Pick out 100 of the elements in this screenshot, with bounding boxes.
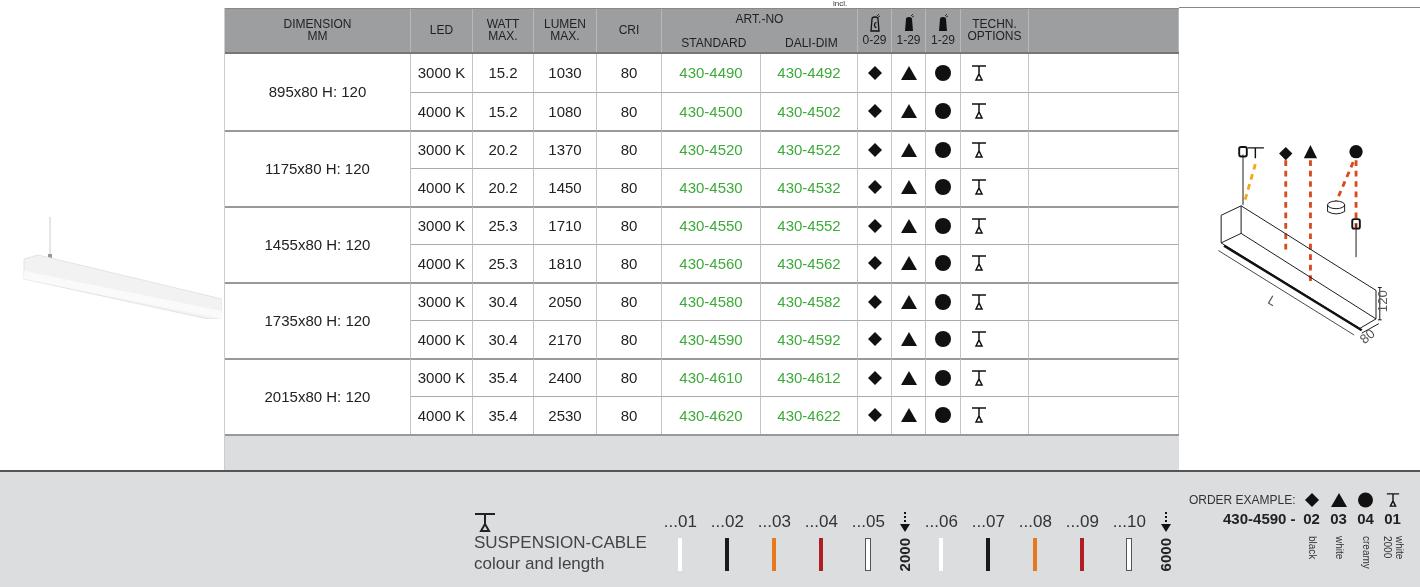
table-cell: 15.2 [473,53,534,92]
circle-icon [1358,492,1374,508]
table-cell: 35.4 [473,395,534,434]
triangle-icon [900,332,917,347]
article-number: 430-4612 [761,357,858,396]
table-cell: 1710 [534,205,597,244]
option-code: ...02 [710,512,744,532]
article-number: 430-4610 [662,357,761,396]
cable-swatch [1126,538,1133,571]
article-number: 430-4530 [662,167,761,206]
column-header: LUMEN MAX. [534,9,597,52]
column-header: DALI-DIM [785,36,838,49]
option-code: ...04 [804,512,838,532]
circle-icon [935,141,951,158]
ceiling-canopy-icon [902,14,915,33]
column-header: 1-29 [931,34,955,47]
diamond-icon [867,408,882,423]
table-cell: 30.4 [473,319,534,358]
table-cell: 80 [597,167,662,206]
article-number: 430-4502 [761,91,858,130]
order-note: black [1306,536,1317,560]
table-cell: 3000 K [411,357,473,396]
table-cell: 1370 [534,129,597,168]
table-cell: 895x80 H: 120 [225,53,411,130]
option-code: ...07 [971,512,1005,532]
order-code-part: 03 [1330,510,1347,528]
table-cell: 2400 [534,357,597,396]
circle-icon [935,407,951,424]
diamond-icon [1304,492,1319,508]
cable-length: 2000 [897,538,913,572]
option-code: ...08 [1018,512,1052,532]
article-number: 430-4492 [761,53,858,92]
cable-subtitle: colour and length [474,553,605,574]
table-cell: 4000 K [411,395,473,434]
circle-icon [935,217,951,234]
suspension-icon [971,141,987,158]
table-cell: 1175x80 H: 120 [225,129,411,206]
order-code-part: 02 [1303,510,1320,528]
cable-swatch [865,538,872,571]
table-cell: 30.4 [473,281,534,320]
table-cell: 4000 K [411,167,473,206]
triangle-icon [900,294,917,309]
column-header: TECHN. OPTIONS [961,9,1029,52]
circle-icon [935,64,951,81]
table-cell: 1030 [534,53,597,92]
triangle-icon [900,370,917,385]
column-header: STANDARD [681,36,747,49]
option-code: ...01 [663,512,697,532]
option-code: ...09 [1065,512,1099,532]
table-cell: 80 [597,53,662,92]
down-arrow-icon [1160,512,1171,532]
suspension-icon [971,293,987,310]
table-cell: 2050 [534,281,597,320]
table-cell: 4000 K [411,91,473,130]
cable-length: 6000 [1158,538,1174,572]
suspension-icon [971,255,987,272]
order-code-part: 04 [1357,510,1374,528]
suspension-icon [971,217,987,234]
order-example-code: 430-4590 - [1223,510,1296,528]
table-cell: 35.4 [473,357,534,396]
table-cell: 80 [597,395,662,434]
article-number: 430-4560 [662,243,761,282]
article-number: 430-4520 [662,129,761,168]
table-cell: 4000 K [411,319,473,358]
column-header: LED [411,9,473,52]
article-number: 430-4522 [761,129,858,168]
article-number: 430-4532 [761,167,858,206]
column-header: DIMENSION MM [225,9,411,52]
note-text: incl. [833,0,848,8]
table-cell: 3000 K [411,53,473,92]
column-header: 0-29 [862,34,887,47]
triangle-icon [900,180,917,195]
column-header: ART.-NO [735,13,784,25]
article-number: 430-4620 [662,395,761,434]
diamond-icon [867,218,882,233]
table-cell: 80 [597,281,662,320]
triangle-icon [900,408,917,423]
table-cell: 80 [597,357,662,396]
diamond-icon [867,370,882,385]
table-cell: 20.2 [473,129,534,168]
table-cell: 80 [597,205,662,244]
circle-icon [935,103,951,120]
luminaire-dimension-drawing: L 120 80 [1185,133,1414,348]
diamond-icon [867,180,882,195]
diamond-icon [867,65,882,80]
cable-title: SUSPENSION-CABLE [474,532,647,553]
table-cell: 3000 K [411,281,473,320]
suspension-icon [474,512,496,532]
table-cell: 1810 [534,243,597,282]
table-cell: 20.2 [473,167,534,206]
column-header: CRI [597,9,662,52]
order-note: creamy [1360,536,1371,569]
down-arrow-icon [899,512,910,532]
diamond-icon [867,256,882,271]
table-cell: 25.3 [473,205,534,244]
article-number: 430-4500 [662,91,761,130]
option-code: ...06 [924,512,958,532]
triangle-icon [900,65,917,80]
suspension-icon [971,179,987,196]
suspension-icon [971,331,987,348]
